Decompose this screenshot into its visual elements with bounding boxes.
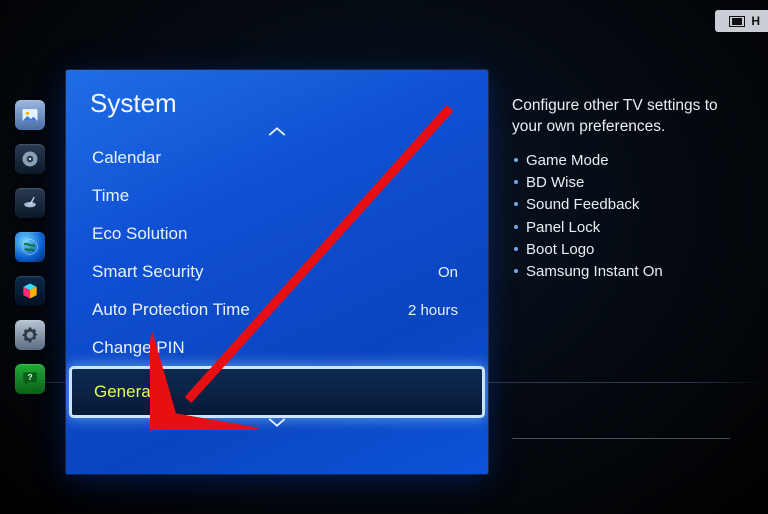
description-pane: Configure other TV settings to your own … xyxy=(512,96,730,439)
description-text: Configure other TV settings to your own … xyxy=(512,96,730,138)
globe-icon[interactable] xyxy=(15,232,45,262)
picture-icon[interactable] xyxy=(15,100,45,130)
speaker-icon[interactable] xyxy=(15,144,45,174)
cube-icon[interactable] xyxy=(15,276,45,306)
menu-item-general[interactable]: General xyxy=(72,369,482,415)
description-bullet: BD Wise xyxy=(512,172,730,194)
chevron-down-icon xyxy=(268,417,286,429)
menu-item-smart-security[interactable]: Smart Security On xyxy=(66,253,488,291)
menu-item-label: Smart Security xyxy=(92,262,203,282)
description-bullet: Sound Feedback xyxy=(512,194,730,216)
category-rail: ? xyxy=(10,100,50,394)
menu-item-label: Change PIN xyxy=(92,338,185,358)
hd-badge: H xyxy=(715,10,768,32)
menu-list: Calendar Time Eco Solution Smart Securit… xyxy=(66,139,488,415)
description-bullet: Panel Lock xyxy=(512,217,730,239)
chevron-up-icon xyxy=(268,125,286,137)
svg-text:?: ? xyxy=(27,372,32,382)
help-icon[interactable]: ? xyxy=(15,364,45,394)
menu-item-label: Auto Protection Time xyxy=(92,300,250,320)
description-bullets: Game Mode BD Wise Sound Feedback Panel L… xyxy=(512,150,730,284)
description-bullet: Samsung Instant On xyxy=(512,261,730,283)
description-bullet: Game Mode xyxy=(512,150,730,172)
scroll-down[interactable] xyxy=(66,415,488,431)
menu-item-value: On xyxy=(438,264,458,281)
scroll-up[interactable] xyxy=(66,123,488,139)
description-bullet: Boot Logo xyxy=(512,239,730,261)
hd-badge-label: H xyxy=(751,14,762,28)
menu-item-label: General xyxy=(94,382,154,402)
panel-title: System xyxy=(66,88,488,123)
hd-mini-icon xyxy=(729,16,745,27)
menu-item-label: Time xyxy=(92,186,129,206)
menu-item-calendar[interactable]: Calendar xyxy=(66,139,488,177)
satellite-icon[interactable] xyxy=(15,188,45,218)
menu-item-eco-solution[interactable]: Eco Solution xyxy=(66,215,488,253)
menu-item-time[interactable]: Time xyxy=(66,177,488,215)
menu-item-value: 2 hours xyxy=(408,302,458,319)
menu-item-label: Calendar xyxy=(92,148,161,168)
menu-item-auto-protection-time[interactable]: Auto Protection Time 2 hours xyxy=(66,291,488,329)
menu-item-label: Eco Solution xyxy=(92,224,187,244)
menu-item-change-pin[interactable]: Change PIN xyxy=(66,329,488,367)
gear-icon[interactable] xyxy=(15,320,45,350)
settings-panel: System Calendar Time Eco Solution Smart … xyxy=(66,70,488,474)
